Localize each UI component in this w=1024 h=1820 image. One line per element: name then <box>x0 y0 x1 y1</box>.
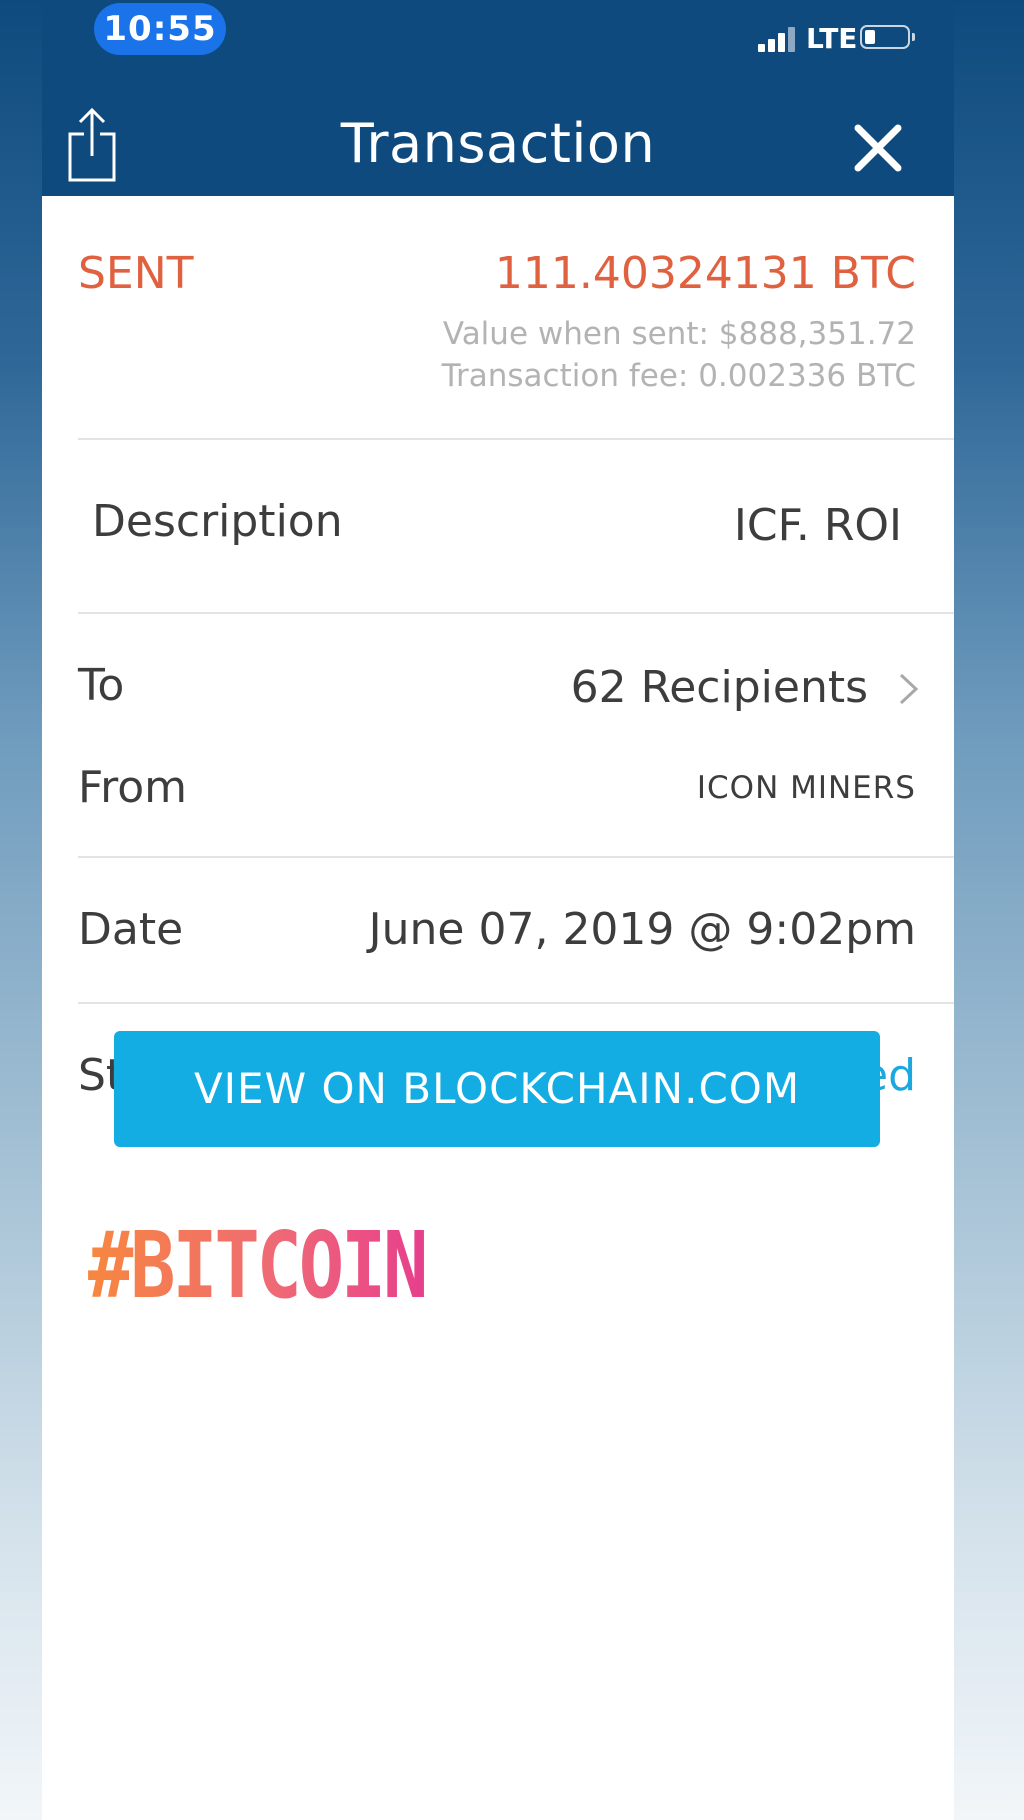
recipients-value: 62 Recipients <box>570 662 868 713</box>
amount-value: 111.40324131 BTC <box>494 248 916 299</box>
nav-bar: Transaction <box>42 98 954 196</box>
close-icon <box>854 124 902 172</box>
divider <box>78 612 954 614</box>
date-value: June 07, 2019 @ 9:02pm <box>368 904 916 955</box>
value-when-sent: Value when sent: $888,351.72 <box>442 316 916 352</box>
signal-icon <box>758 26 802 52</box>
view-on-blockchain-button[interactable]: VIEW ON BLOCKCHAIN.COM <box>114 1031 880 1147</box>
bitcoin-hashtag-sticker: #BITCOIN <box>88 1212 428 1319</box>
status-bar: 10:55 LTE <box>42 0 954 98</box>
direction-label: SENT <box>78 248 194 299</box>
description-label: Description <box>92 496 343 547</box>
date-label: Date <box>78 904 184 955</box>
chevron-right-icon[interactable] <box>898 672 920 706</box>
from-label: From <box>78 762 188 813</box>
description-value: ICF. ROI <box>733 500 902 551</box>
divider <box>78 1002 954 1004</box>
divider <box>78 856 954 858</box>
to-label: To <box>78 660 125 711</box>
divider <box>78 438 954 440</box>
from-value: ICON MINERS <box>696 770 916 806</box>
phone-screen: 10:55 LTE Transaction SENT 111.40324131 … <box>42 0 954 1820</box>
transaction-fee: Transaction fee: 0.002336 BTC <box>441 358 916 394</box>
close-button[interactable] <box>852 122 904 174</box>
page-title: Transaction <box>340 112 656 175</box>
status-time[interactable]: 10:55 <box>94 3 226 55</box>
battery-icon <box>860 25 915 49</box>
network-type: LTE <box>806 22 858 55</box>
